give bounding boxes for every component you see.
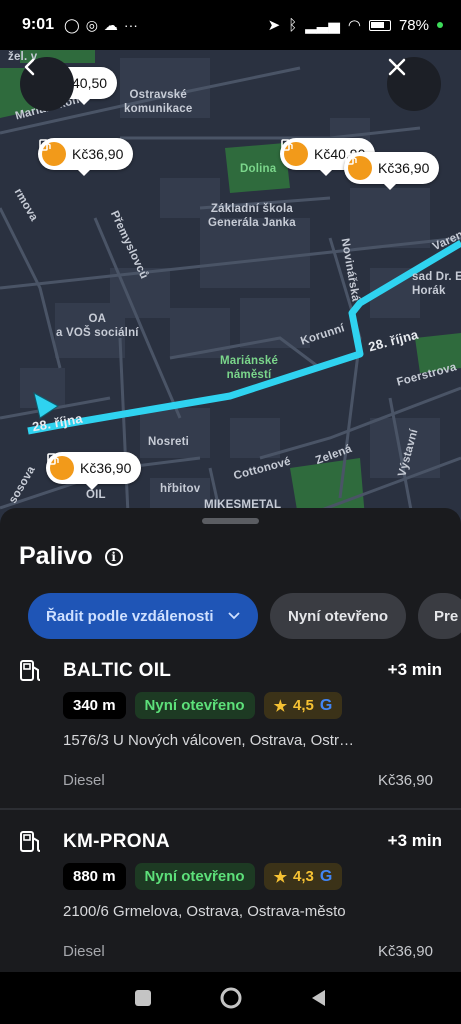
system-nav-bar bbox=[0, 972, 461, 1024]
bluetooth-icon: ᛒ bbox=[288, 16, 298, 34]
map-label: OIL bbox=[86, 489, 106, 501]
open-now-chip[interactable]: Nyní otevřeno bbox=[270, 593, 407, 639]
station-name: BALTIC OIL bbox=[63, 660, 172, 681]
station-address: 2100/6 Grmelova, Ostrava, Ostrava-město bbox=[63, 903, 346, 920]
station-eta: +3 min bbox=[387, 831, 442, 850]
station-eta: +3 min bbox=[387, 660, 442, 679]
whatsapp-icon: ◎ bbox=[85, 16, 98, 33]
home-button[interactable] bbox=[219, 986, 243, 1010]
star-icon: ★ bbox=[273, 868, 288, 886]
rating-value: 4,5 bbox=[293, 697, 314, 714]
info-icon[interactable]: i bbox=[104, 547, 123, 566]
open-status-badge: Nyní otevřeno bbox=[134, 863, 255, 890]
cloud-icon: ☁ bbox=[103, 16, 118, 33]
divider bbox=[0, 808, 461, 810]
recents-button[interactable] bbox=[134, 989, 152, 1007]
pin-price: Kč36,90 bbox=[80, 460, 132, 476]
map-label: sad Dr. E Horák bbox=[412, 271, 461, 297]
fuel-results-sheet: Palivo i Řadit podle vzdálenosti Nyní ot… bbox=[0, 508, 461, 972]
sheet-header: Palivo i bbox=[19, 542, 123, 571]
map-label: OA a VOŠ sociální bbox=[56, 313, 139, 339]
map-label: Dolina bbox=[240, 163, 277, 175]
chevron-left-icon bbox=[24, 58, 35, 76]
more-icon: ··· bbox=[123, 17, 138, 33]
map-label: Nosreti bbox=[148, 436, 190, 448]
map-label: Základní škola Generála Janka bbox=[208, 203, 296, 229]
rating-badge: ★ 4,3 G bbox=[263, 863, 343, 890]
chip-label: Pre bbox=[434, 607, 459, 625]
map-view[interactable]: žel. v Mariánskohorsk Ostravské komunika… bbox=[0, 38, 461, 558]
fuel-pump-icon bbox=[20, 831, 41, 852]
station-list-item[interactable]: KM-PRONA +3 min 880 m Nyní otevřeno ★ 4,… bbox=[0, 829, 461, 969]
google-icon: G bbox=[319, 696, 333, 714]
rating-badge: ★ 4,5 G bbox=[263, 692, 343, 719]
signal-icon: ▂▃▅ bbox=[305, 17, 340, 34]
fuel-pump-icon bbox=[39, 139, 66, 166]
sheet-title: Palivo bbox=[19, 542, 93, 570]
fuel-price-pin[interactable]: Kč36,90 bbox=[46, 452, 142, 490]
fuel-pump-icon bbox=[345, 153, 372, 180]
close-icon bbox=[388, 58, 406, 76]
battery-icon bbox=[368, 19, 391, 31]
pin-price: Kč36,90 bbox=[72, 146, 124, 162]
chip-label: Řadit podle vzdálenosti bbox=[46, 607, 214, 625]
rating-value: 4,3 bbox=[293, 868, 314, 885]
fuel-type: Diesel bbox=[63, 943, 105, 960]
status-time: 9:01 bbox=[22, 16, 55, 33]
fuel-pump-icon bbox=[47, 453, 74, 480]
google-icon: G bbox=[319, 867, 333, 885]
map-label: Ostravské komunikace bbox=[124, 89, 193, 115]
back-button[interactable] bbox=[20, 57, 74, 111]
map-label: Mariánské náměstí bbox=[220, 355, 279, 381]
map-label: hřbitov bbox=[160, 483, 201, 495]
fuel-price-pin[interactable]: Kč36,90 bbox=[38, 138, 134, 176]
distance-badge: 340 m bbox=[63, 692, 126, 719]
fuel-price: Kč36,90 bbox=[377, 772, 433, 789]
close-button[interactable] bbox=[387, 57, 441, 111]
station-address: 1576/3 U Nových válcoven, Ostrava, Ostr… bbox=[63, 732, 354, 749]
status-bar: 9:01 ◯ ◎ ☁ ··· ➤ ᛒ ▂▃▅ ◠ 78% bbox=[0, 0, 461, 50]
privacy-dot-icon bbox=[437, 22, 443, 28]
chip-label: Nyní otevřeno bbox=[288, 607, 389, 625]
sheet-drag-handle[interactable] bbox=[202, 518, 259, 524]
fuel-price-pin[interactable]: Kč36,90 bbox=[344, 152, 440, 190]
fuel-pump-icon bbox=[20, 660, 41, 681]
pin-price: 40,50 bbox=[72, 75, 108, 91]
wifi-icon: ◠ bbox=[347, 17, 361, 34]
fuel-price: Kč36,90 bbox=[377, 943, 433, 960]
star-icon: ★ bbox=[273, 697, 288, 715]
chat-icon: ◯ bbox=[64, 16, 80, 33]
back-nav-button[interactable] bbox=[310, 989, 328, 1007]
distance-badge: 880 m bbox=[63, 863, 126, 890]
battery-percent: 78% bbox=[398, 16, 429, 34]
open-status-badge: Nyní otevřeno bbox=[134, 692, 255, 719]
pin-price: Kč36,90 bbox=[378, 160, 430, 176]
station-list-item[interactable]: BALTIC OIL +3 min 340 m Nyní otevřeno ★ … bbox=[0, 658, 461, 798]
filter-chips: Řadit podle vzdálenosti Nyní otevřeno Pr… bbox=[28, 593, 461, 639]
location-icon: ➤ bbox=[267, 17, 281, 34]
station-name: KM-PRONA bbox=[63, 831, 170, 852]
more-filter-chip[interactable]: Pre bbox=[418, 593, 461, 639]
fuel-type: Diesel bbox=[63, 772, 105, 789]
sort-by-distance-chip[interactable]: Řadit podle vzdálenosti bbox=[28, 593, 258, 639]
fuel-pump-icon bbox=[281, 139, 308, 166]
chevron-down-icon bbox=[228, 612, 240, 620]
